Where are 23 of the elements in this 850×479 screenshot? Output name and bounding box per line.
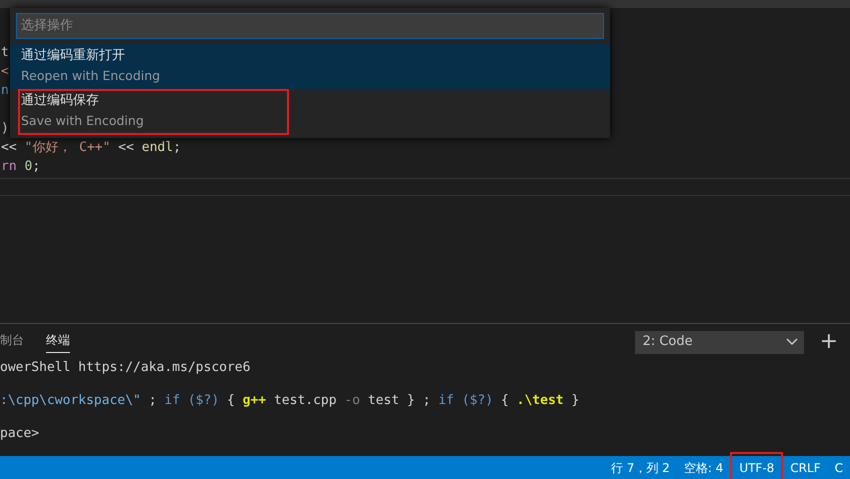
status-item[interactable]: 空格: 4 bbox=[676, 458, 730, 476]
panel-tab[interactable]: 终端 bbox=[46, 332, 70, 352]
quick-pick-item[interactable]: 通过编码保存 Save with Encoding bbox=[10, 88, 610, 134]
status-item[interactable]: CRLF bbox=[783, 458, 828, 476]
code-line: rn 0; bbox=[1, 159, 40, 174]
terminal-line: pace> bbox=[0, 426, 40, 441]
terminal-line: owerShell https://aka.ms/pscore6 bbox=[0, 360, 250, 375]
terminal-select[interactable]: 2: Code bbox=[634, 330, 804, 354]
code-line: << "你好， C++" << endl; bbox=[1, 140, 181, 155]
panel-tab[interactable]: 制台 bbox=[0, 332, 24, 352]
terminal-line: :\cpp\cworkspace\" ; if ($?) { g++ test.cpp -o test } ; if ($?) { .\test } bbox=[0, 393, 580, 408]
quick-pick-item[interactable]: 通过编码重新打开 Reopen with Encoding bbox=[10, 44, 610, 88]
code-line: < bbox=[1, 64, 9, 79]
status-item[interactable]: C bbox=[828, 458, 850, 476]
command-input[interactable]: 选择操作 bbox=[16, 12, 604, 38]
status-item[interactable]: 行 7，列 2 bbox=[604, 458, 677, 476]
add-terminal-button[interactable]: + bbox=[820, 332, 838, 352]
highlight-frame bbox=[730, 452, 784, 479]
code-line: t bbox=[1, 45, 9, 60]
code-line: ) bbox=[1, 121, 9, 136]
code-line: n bbox=[1, 83, 9, 98]
chevron-down-icon bbox=[786, 338, 798, 346]
status-item[interactable]: UTF-8 bbox=[730, 458, 784, 476]
